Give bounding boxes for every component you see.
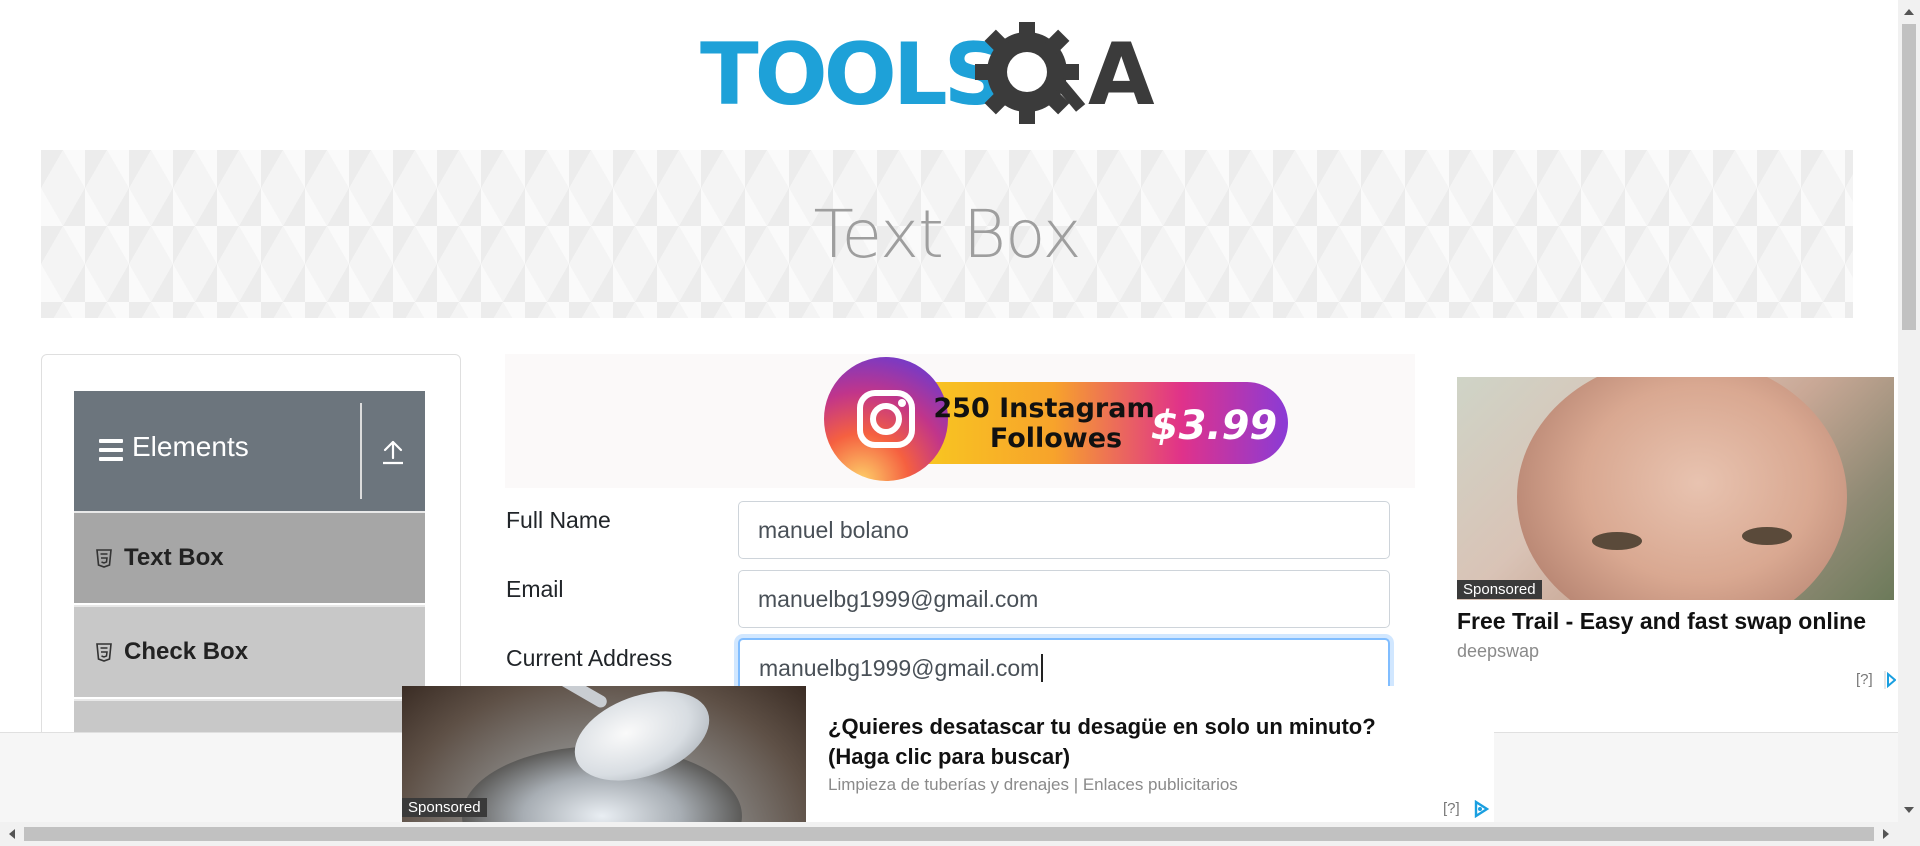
- face-photo: [1517, 377, 1847, 600]
- gear-icon: [975, 22, 1086, 124]
- scroll-right-arrow-icon[interactable]: [1880, 828, 1892, 840]
- adchoices-icon[interactable]: [1884, 671, 1896, 689]
- eye: [1592, 532, 1642, 550]
- scroll-up-arrow-icon[interactable]: [1903, 6, 1915, 18]
- ad-price: $3.99: [1151, 403, 1278, 449]
- toolsqa-logo[interactable]: TOOLS A: [700, 22, 1200, 134]
- instagram-ad[interactable]: 250 Instagram Followes $3.99: [822, 357, 1290, 481]
- text-caret: [1041, 654, 1044, 682]
- ad-line-2: Followes: [990, 423, 1122, 454]
- sidebar-item-label: Text Box: [124, 544, 224, 571]
- scrollbar-thumb[interactable]: [24, 827, 1874, 841]
- instagram-icon: [824, 357, 948, 481]
- scrollbar-thumb[interactable]: [1902, 24, 1916, 330]
- ad-line-1: 250 Instagram: [933, 393, 1154, 424]
- bottom-ad-title-line1: ¿Quieres desatascar tu desagüe en solo u…: [828, 714, 1376, 739]
- divider: [360, 403, 362, 499]
- horizontal-scrollbar[interactable]: [0, 822, 1920, 846]
- full-name-input[interactable]: manuel bolano: [738, 501, 1390, 559]
- current-address-value: manuelbg1999@gmail.com: [759, 654, 1040, 681]
- scroll-left-arrow-icon[interactable]: [6, 828, 18, 840]
- bottom-ad-title-line2: (Haga clic para buscar): [828, 744, 1071, 769]
- sidebar-item-text-box[interactable]: Text Box: [74, 511, 425, 603]
- right-ad-image[interactable]: [1457, 377, 1894, 600]
- spoon: [525, 686, 609, 710]
- ad-help-link[interactable]: [?]: [1856, 671, 1873, 688]
- bottom-ad-source[interactable]: Limpieza de tuberías y drenajes | Enlace…: [828, 775, 1238, 795]
- bottom-ad-title[interactable]: ¿Quieres desatascar tu desagüe en solo u…: [828, 712, 1376, 772]
- email-label: Email: [506, 576, 564, 602]
- right-ad-title[interactable]: Free Trail - Easy and fast swap online: [1457, 608, 1866, 635]
- html5-icon: [96, 642, 112, 662]
- page-banner: Text Box: [41, 150, 1853, 318]
- menu-icon: [99, 439, 123, 461]
- html5-icon: [96, 548, 112, 568]
- email-value: manuelbg1999@gmail.com: [758, 585, 1039, 612]
- eye: [1742, 527, 1792, 545]
- current-address-label: Current Address: [506, 645, 673, 671]
- sidebar-item-check-box[interactable]: Check Box: [74, 605, 425, 697]
- sidebar-item-label: Check Box: [124, 638, 249, 665]
- scroll-down-arrow-icon[interactable]: [1903, 804, 1915, 816]
- collapse-upload-icon[interactable]: [382, 439, 404, 465]
- full-name-value: manuel bolano: [758, 516, 909, 543]
- logo-text-a: A: [1088, 25, 1155, 125]
- full-name-label: Full Name: [506, 507, 611, 533]
- right-ad-source[interactable]: deepswap: [1457, 641, 1539, 662]
- sponsored-badge: Sponsored: [1457, 580, 1542, 599]
- sidebar-group-title: Elements: [132, 431, 249, 462]
- page-title: Text Box: [813, 195, 1081, 273]
- email-input[interactable]: manuelbg1999@gmail.com: [738, 570, 1390, 628]
- adchoices-icon[interactable]: [1472, 800, 1490, 818]
- vertical-scrollbar[interactable]: [1898, 0, 1920, 822]
- sidebar-group-elements[interactable]: Elements: [74, 391, 425, 511]
- logo-text-tools: TOOLS: [700, 25, 1002, 125]
- ad-help-link[interactable]: [?]: [1443, 800, 1460, 817]
- sponsored-badge: Sponsored: [402, 798, 487, 817]
